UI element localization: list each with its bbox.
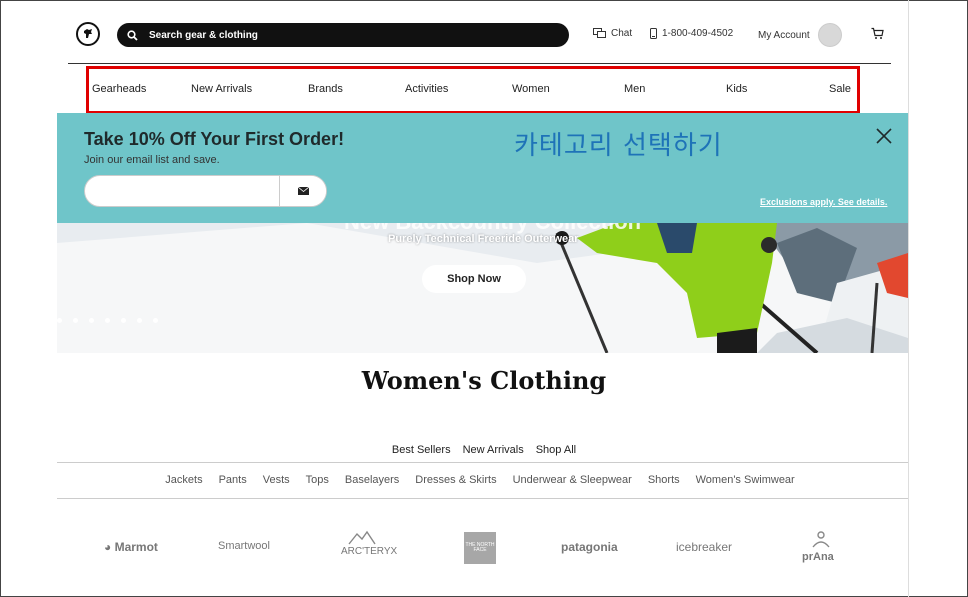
marmot-logo-icon: ◕ — [104, 540, 115, 554]
category-dresses-skirts[interactable]: Dresses & Skirts — [415, 474, 496, 486]
carousel-dot[interactable] — [73, 318, 78, 323]
brand-smartwool[interactable]: Smartwool — [218, 540, 270, 552]
subnav-best-sellers[interactable]: Best Sellers — [392, 444, 451, 456]
nav-brands[interactable]: Brands — [308, 83, 343, 95]
category-baselayers[interactable]: Baselayers — [345, 474, 399, 486]
phone-number: 1-800-409-4502 — [662, 28, 734, 39]
goat-logo-icon — [84, 29, 92, 38]
email-field[interactable] — [95, 176, 275, 206]
phone-link[interactable]: 1-800-409-4502 — [650, 28, 733, 39]
account-label: My Account — [758, 29, 810, 41]
arcteryx-logo-icon — [348, 530, 376, 545]
category-shorts[interactable]: Shorts — [648, 474, 680, 486]
category-vests[interactable]: Vests — [263, 474, 290, 486]
avatar — [817, 23, 842, 47]
nav-activities[interactable]: Activities — [405, 83, 448, 95]
divider — [57, 498, 908, 499]
carousel-dot[interactable] — [153, 318, 158, 323]
cart-icon — [871, 27, 884, 39]
hero-subtitle: Purely Technical Freeride Outerwear — [388, 233, 579, 245]
nav-women[interactable]: Women — [512, 83, 550, 95]
nav-men[interactable]: Men — [624, 83, 645, 95]
category-underwear-sleepwear[interactable]: Underwear & Sleepwear — [513, 474, 632, 486]
header-divider — [68, 63, 891, 64]
divider — [57, 462, 908, 463]
nav-kids[interactable]: Kids — [726, 83, 747, 95]
page-edge-divider — [908, 0, 909, 597]
envelope-icon — [297, 187, 309, 195]
brand-arcteryx[interactable]: ARC'TERYX — [341, 530, 397, 557]
brand-the-north-face[interactable]: THE NORTH FACE — [464, 532, 496, 564]
subnav-shop-all[interactable]: Shop All — [536, 444, 576, 456]
brand-marmot[interactable]: ◕ Marmot — [104, 540, 158, 554]
chat-link[interactable]: Chat — [593, 28, 632, 39]
search-input[interactable] — [149, 29, 529, 41]
email-submit-button[interactable] — [279, 176, 326, 206]
shop-now-button[interactable]: Shop Now — [422, 265, 526, 293]
category-pants[interactable]: Pants — [219, 474, 247, 486]
promo-subtitle: Join our email list and save. — [84, 154, 220, 166]
email-signup-form — [84, 175, 327, 207]
brand-icebreaker[interactable]: icebreaker — [676, 540, 732, 554]
close-icon — [876, 128, 892, 144]
prana-logo-icon — [812, 531, 830, 548]
promo-title: Take 10% Off Your First Order! — [84, 129, 345, 149]
category-tops[interactable]: Tops — [306, 474, 329, 486]
nav-gearheads[interactable]: Gearheads — [92, 83, 146, 95]
search-bar[interactable] — [117, 23, 569, 47]
chat-label: Chat — [611, 28, 633, 39]
site-logo[interactable] — [76, 22, 100, 46]
phone-icon — [650, 28, 657, 39]
exclusions-link[interactable]: Exclusions apply. See details. — [760, 197, 887, 207]
cart-button[interactable] — [871, 27, 884, 45]
page-title: Women's Clothing — [361, 366, 607, 395]
close-banner-button[interactable] — [876, 128, 892, 149]
category-swimwear[interactable]: Women's Swimwear — [696, 474, 795, 486]
clothing-category-row: Jackets Pants Vests Tops Baselayers Dres… — [0, 474, 960, 486]
hero-carousel: New Backcountry Collection Purely Techni… — [57, 223, 908, 353]
brand-prana[interactable]: prAna — [802, 531, 834, 563]
search-icon — [127, 29, 138, 41]
category-jackets[interactable]: Jackets — [165, 474, 202, 486]
chat-icon — [593, 28, 606, 38]
carousel-dots — [57, 318, 169, 323]
annotation-label: 카테고리 선택하기 — [514, 131, 723, 161]
carousel-dot[interactable] — [105, 318, 110, 323]
nav-sale[interactable]: Sale — [829, 83, 851, 95]
carousel-dot[interactable] — [89, 318, 94, 323]
category-nav-highlight: Gearheads New Arrivals Brands Activities… — [86, 66, 860, 114]
my-account-link[interactable]: My Account — [758, 23, 842, 47]
email-signup-banner: Take 10% Off Your First Order! Join our … — [57, 113, 908, 223]
brand-patagonia[interactable]: patagonia — [561, 540, 618, 554]
subnav-new-arrivals[interactable]: New Arrivals — [463, 444, 524, 456]
section-subnav: Best Sellers New Arrivals Shop All — [0, 444, 968, 456]
nav-new-arrivals[interactable]: New Arrivals — [191, 83, 252, 95]
carousel-dot[interactable] — [137, 318, 142, 323]
carousel-dot[interactable] — [121, 318, 126, 323]
carousel-dot[interactable] — [57, 318, 62, 323]
